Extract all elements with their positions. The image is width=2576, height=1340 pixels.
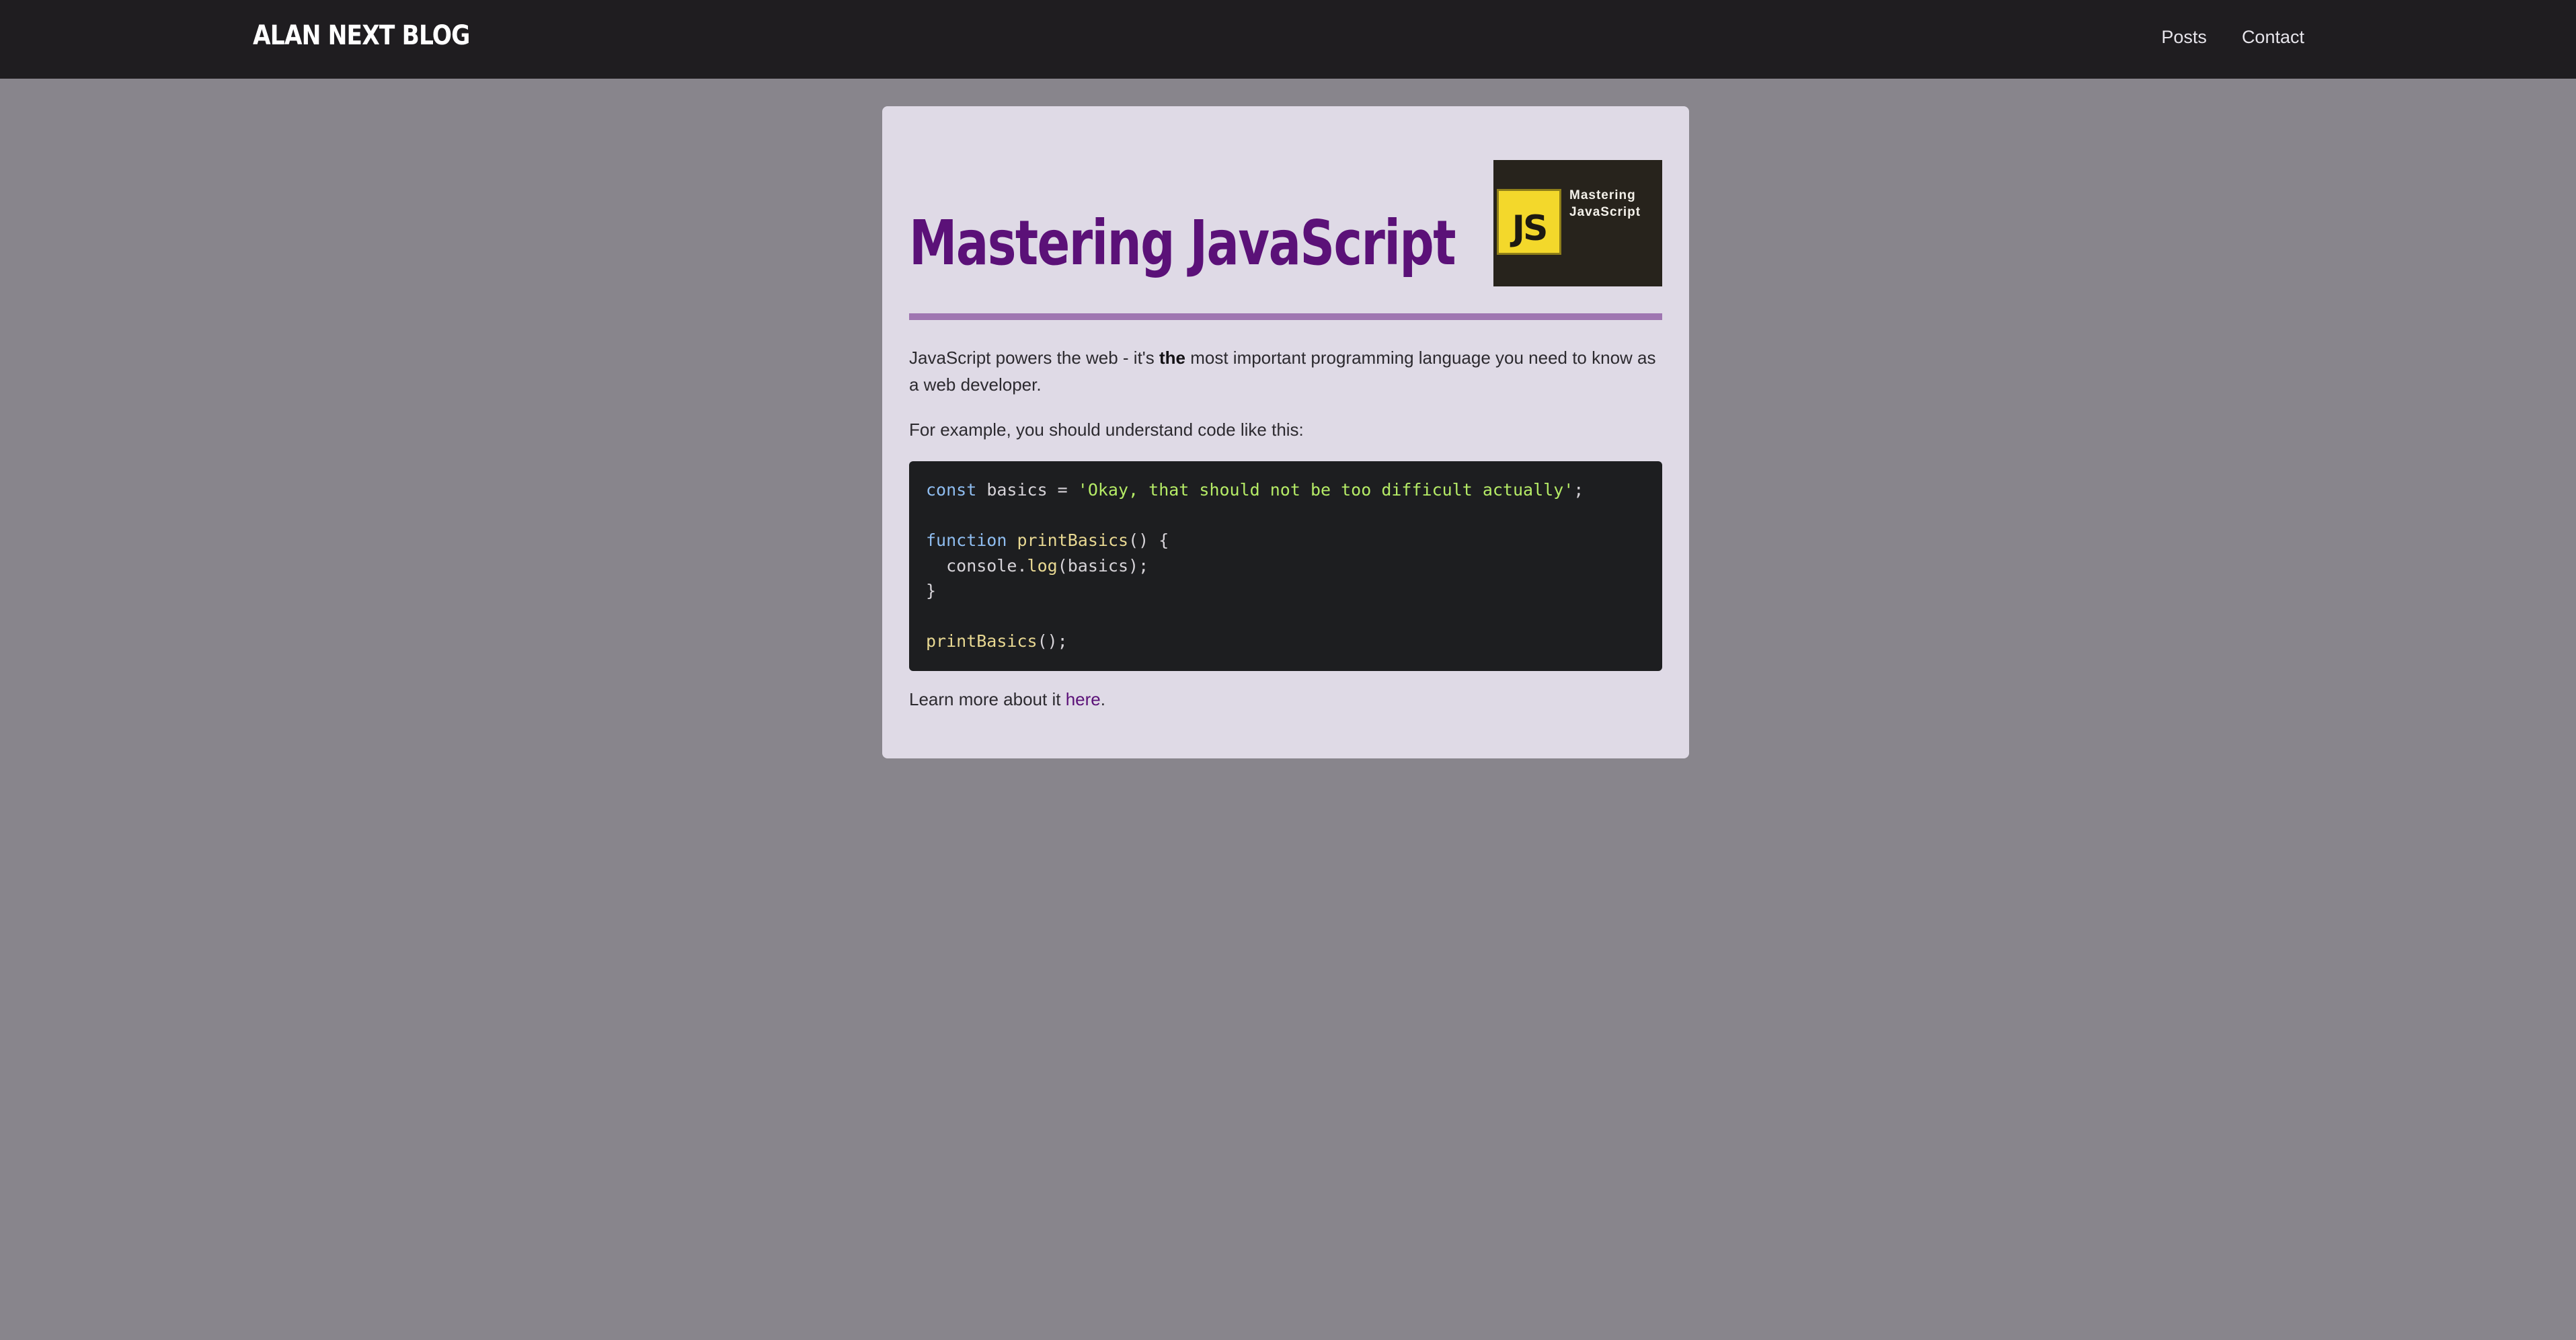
example-text: For example, you should understand code … [909, 420, 1304, 440]
nav-link-posts[interactable]: Posts [2161, 27, 2207, 48]
intro-emphasis: the [1159, 348, 1185, 368]
code-text: } [926, 581, 937, 600]
learn-more-before: Learn more about it [909, 689, 1066, 709]
site-header: ALAN NEXT BLOG Posts Contact [0, 0, 2576, 79]
code-function-name: printBasics [1017, 530, 1129, 550]
code-text: () { [1128, 530, 1169, 550]
site-logo[interactable]: ALAN NEXT BLOG [253, 20, 470, 51]
intro-text-before: JavaScript powers the web - it's [909, 348, 1159, 368]
code-function-name: printBasics [926, 631, 1038, 651]
post-title: Mastering JavaScript [909, 207, 1456, 279]
code-string: 'Okay, that should not be too difficult … [1077, 480, 1574, 500]
title-divider [909, 313, 1662, 320]
code-text: basics = [976, 480, 1078, 500]
code-text: console. [926, 555, 1027, 576]
main-nav: Posts Contact [2161, 27, 2304, 48]
learn-more-text: Learn more about it here. [909, 686, 1662, 713]
learn-more-after: . [1100, 689, 1105, 709]
code-keyword: function [926, 530, 1007, 550]
post-image: JS Mastering JavaScript [1493, 160, 1662, 286]
post-card: Mastering JavaScript JS Mastering JavaSc… [882, 106, 1689, 758]
code-block: const basics = 'Okay, that should not be… [909, 461, 1662, 671]
javascript-logo-icon: JS [1497, 189, 1561, 255]
code-text: ; [1573, 480, 1584, 500]
nav-link-contact[interactable]: Contact [2242, 27, 2304, 48]
code-function-name: log [1027, 555, 1058, 576]
learn-more-link[interactable]: here [1066, 689, 1101, 709]
code-text: (basics); [1057, 555, 1149, 576]
code-text: (); [1037, 631, 1068, 651]
post-intro: JavaScript powers the web - it's the mos… [909, 344, 1662, 398]
post-image-caption: Mastering JavaScript [1569, 188, 1641, 219]
code-keyword: const [926, 480, 977, 500]
